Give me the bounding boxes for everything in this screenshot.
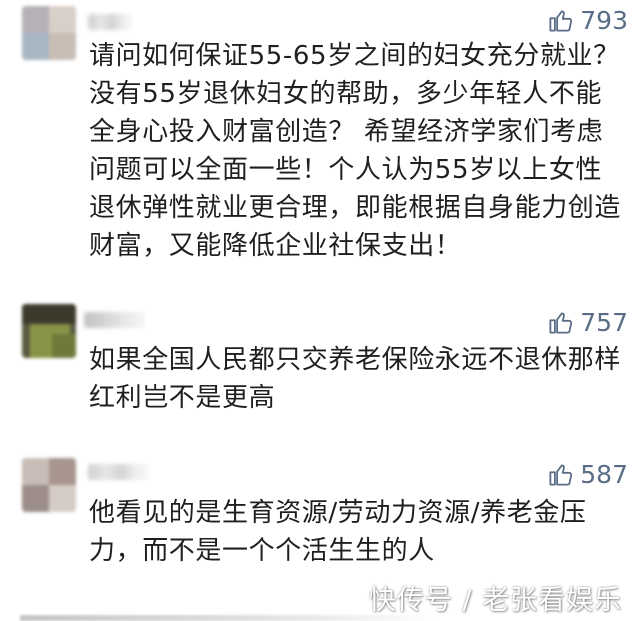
like-button[interactable]: 587 [547, 460, 628, 489]
comment-text: 如果全国人民都只交养老保险永远不退休那样红利岂不是更高 [89, 345, 622, 413]
comment-item: 793 请问如何保证55-65岁之间的妇女充分就业？没有55岁退休妇女的帮助，多… [0, 0, 640, 290]
username-blurred[interactable] [88, 464, 148, 480]
like-button[interactable]: 793 [547, 6, 628, 35]
watermark: 快传号 / 老张看娱乐 [368, 585, 622, 616]
username-blurred[interactable] [84, 312, 146, 328]
user-avatar[interactable] [22, 6, 76, 60]
like-button[interactable]: 757 [547, 308, 628, 337]
username-blurred[interactable] [88, 14, 132, 30]
comment-feed: 793 请问如何保证55-65岁之间的妇女充分就业？没有55岁退休妇女的帮助，多… [0, 0, 640, 621]
thumbs-up-icon [549, 464, 573, 486]
like-count: 793 [580, 6, 628, 35]
comment-text: 请问如何保证55-65岁之间的妇女充分就业？没有55岁退休妇女的帮助，多少年轻人… [89, 41, 622, 261]
user-avatar[interactable] [22, 304, 76, 358]
thumbs-up-icon [549, 10, 573, 32]
comment-item: 757 如果全国人民都只交养老保险永远不退休那样红利岂不是更高 [0, 290, 640, 450]
comment-text: 他看见的是生育资源/劳动力资源/养老金压力，而不是一个个活生生的人 [89, 498, 587, 566]
like-count: 587 [580, 460, 628, 489]
like-count: 757 [580, 308, 628, 337]
user-avatar[interactable] [22, 458, 76, 512]
thumbs-up-icon [549, 312, 573, 334]
